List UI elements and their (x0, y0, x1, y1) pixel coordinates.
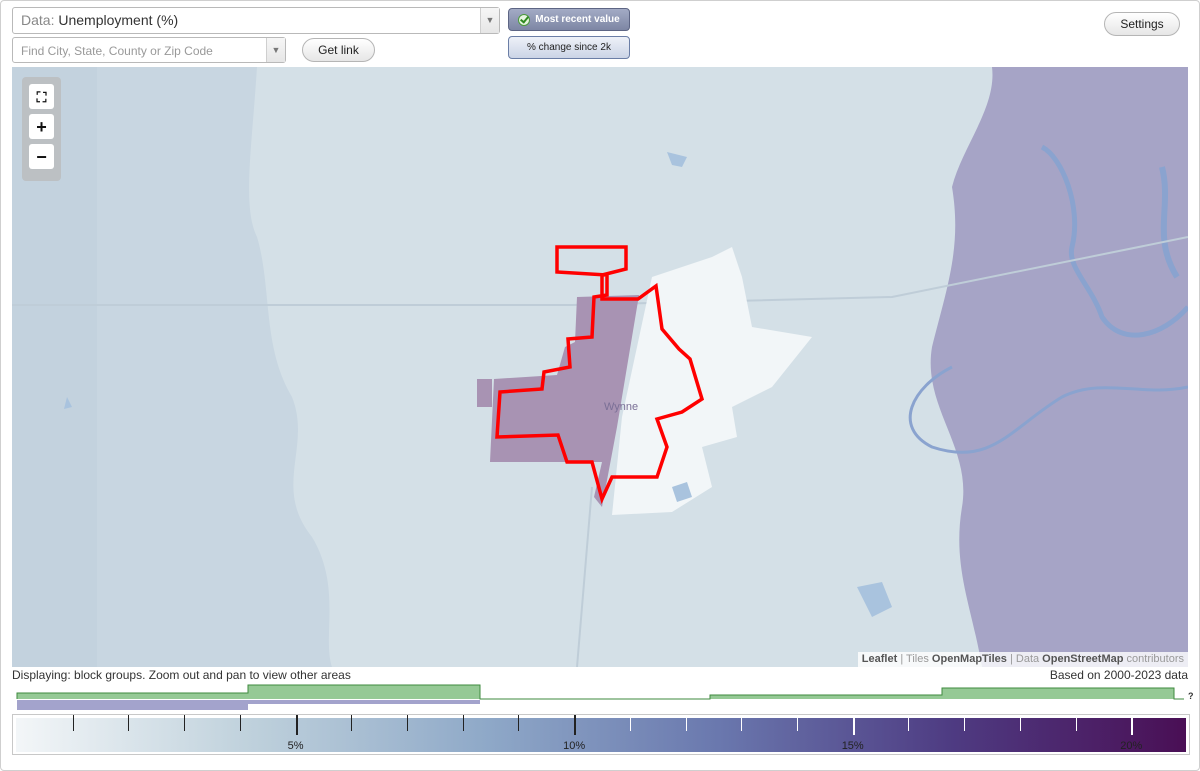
legend-major-tick (574, 715, 577, 735)
map-controls: ⛶ + − (22, 77, 61, 181)
percent-change-button[interactable]: % change since 2k (508, 36, 630, 59)
based-on-note: Based on 2000-2023 data (1049, 668, 1188, 682)
histogram-bar (710, 695, 942, 699)
map-svg: Wynne (12, 67, 1188, 667)
check-icon (518, 13, 531, 26)
data-select-value: Unemployment (%) (58, 12, 179, 28)
histogram-bar (942, 688, 1174, 699)
legend-tick (741, 715, 743, 731)
histogram-bar (248, 685, 480, 699)
data-select-prefix: Data: (21, 12, 55, 28)
data-select[interactable]: Data: Unemployment (%) ▼ (12, 7, 500, 34)
map-canvas[interactable]: Wynne (12, 67, 1188, 667)
histogram-selection-bar (17, 700, 480, 704)
zoom-in-icon[interactable]: + (29, 114, 54, 139)
search-combobox[interactable]: ▼ (12, 37, 286, 64)
legend-tick (184, 715, 186, 731)
attribution-sep1: | Tiles (897, 653, 932, 665)
histogram-bar (17, 693, 248, 699)
settings-button[interactable]: Settings (1104, 12, 1180, 36)
legend-major-tick (852, 715, 855, 735)
attribution-sep2: | Data (1006, 653, 1043, 665)
search-dropdown-arrow-icon[interactable]: ▼ (266, 38, 285, 62)
legend-tick (797, 715, 798, 731)
river-county-region (930, 67, 1188, 667)
get-link-button[interactable]: Get link (302, 38, 375, 62)
tiles-link[interactable]: OpenMapTiles (932, 653, 1007, 665)
legend-tick (128, 715, 130, 731)
legend-label: 20% (1120, 740, 1143, 752)
legend-major-tick (295, 715, 298, 735)
histogram (16, 684, 1184, 710)
legend-tick (239, 715, 241, 731)
most-recent-value-button[interactable]: Most recent value (508, 8, 630, 31)
legend-major-tick (1131, 715, 1134, 735)
map-attribution: Leaflet | Tiles OpenMapTiles | Data Open… (857, 652, 1188, 667)
legend-label: 15% (841, 740, 864, 752)
legend-gradient (16, 718, 1186, 752)
zoom-out-icon[interactable]: − (29, 144, 54, 169)
city-label: Wynne (604, 401, 638, 413)
purple-block-group-2 (477, 379, 492, 407)
legend-tick (629, 715, 631, 731)
histogram-unknown-label: ? (1188, 691, 1194, 701)
legend-tick (908, 715, 910, 731)
legend-tick (1019, 715, 1021, 731)
osm-link[interactable]: OpenStreetMap (1042, 653, 1123, 665)
legend-tick (964, 715, 966, 731)
legend-tick (1075, 715, 1077, 731)
legend-tick (462, 715, 464, 731)
legend-tick (351, 715, 353, 731)
legend-tick (518, 715, 520, 731)
display-note: Displaying: block groups. Zoom out and p… (12, 668, 351, 682)
search-input[interactable] (13, 38, 263, 64)
leaflet-link[interactable]: Leaflet (862, 653, 897, 665)
legend-bar: 5% 10% 15% 20% (12, 714, 1190, 755)
legend-tick (72, 715, 74, 731)
fullscreen-icon[interactable]: ⛶ (29, 84, 54, 109)
legend-label: 5% (287, 740, 304, 752)
most-recent-value-label: Most recent value (535, 14, 620, 25)
legend-tick (407, 715, 408, 731)
histogram-selection-bar (17, 704, 248, 710)
attribution-suffix: contributors (1123, 653, 1184, 665)
legend-label: 10% (563, 740, 586, 752)
legend-tick (685, 715, 687, 731)
dropdown-arrow-icon[interactable]: ▼ (480, 8, 499, 33)
